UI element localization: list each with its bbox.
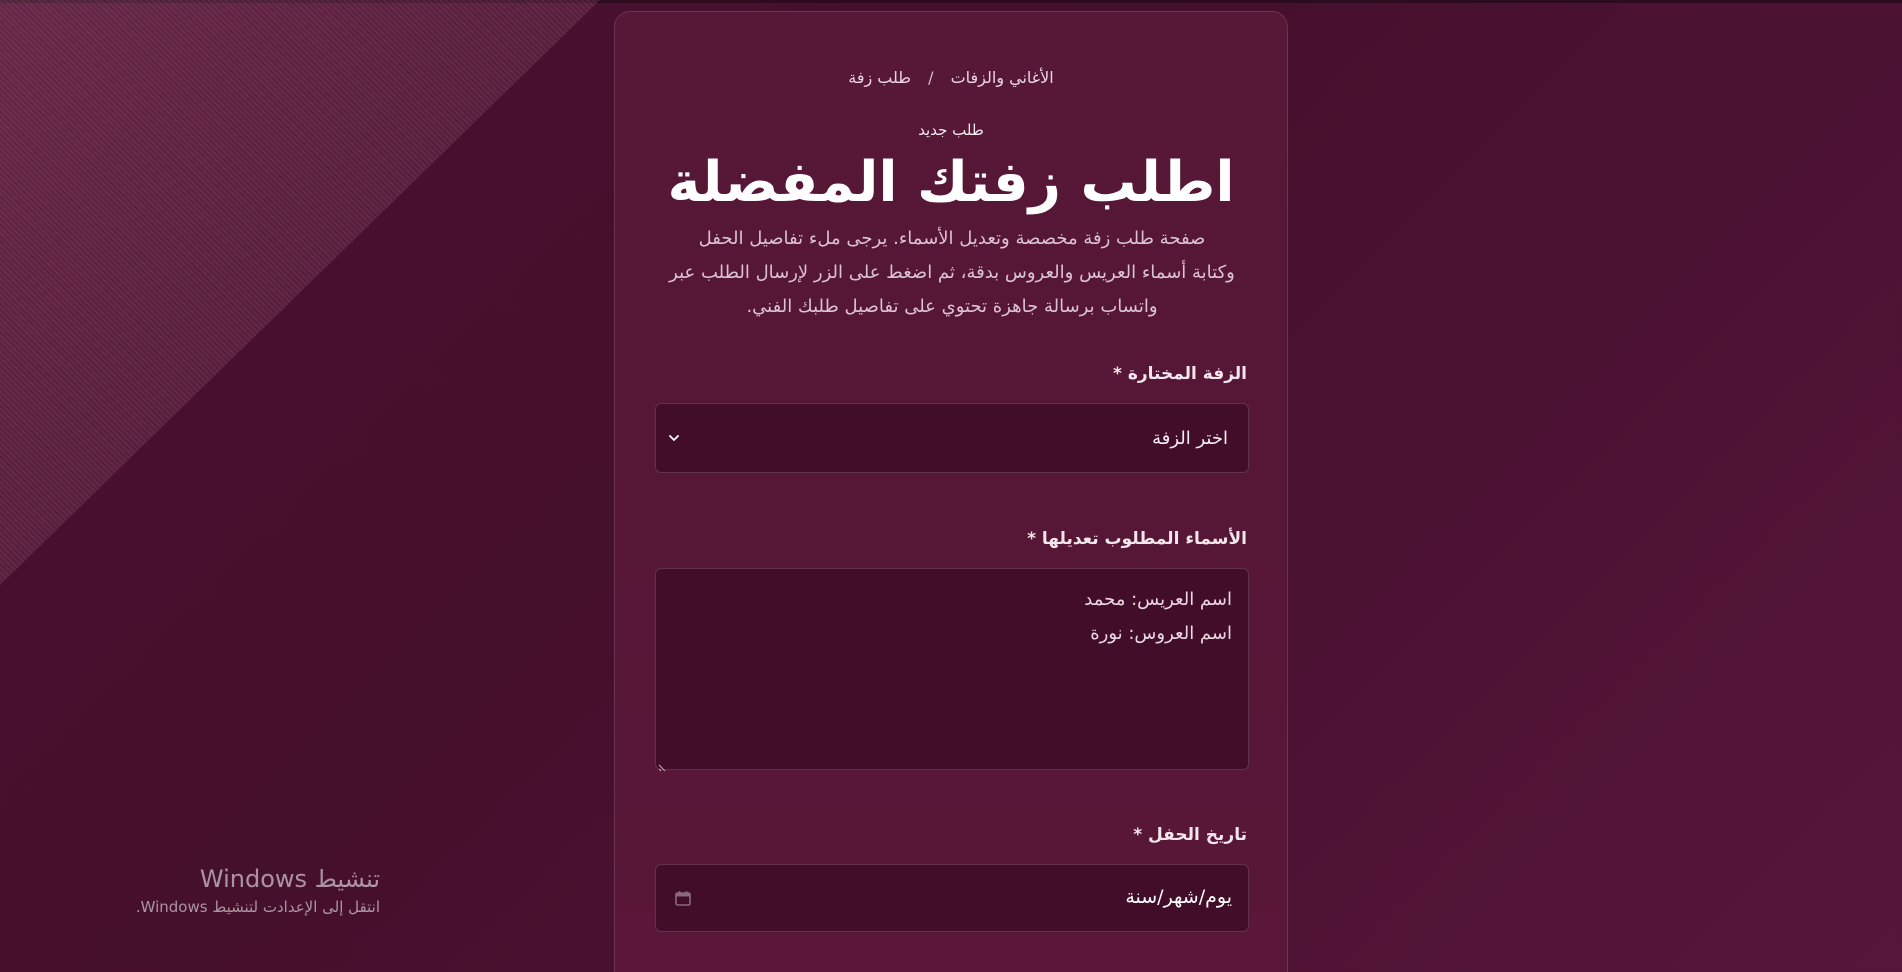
- breadcrumb-separator: /: [928, 68, 934, 87]
- page-description: صفحة طلب زفة مخصصة وتعديل الأسماء. يرجى …: [655, 222, 1249, 324]
- names-line-groom: اسم العريس: محمد: [1084, 589, 1232, 610]
- page-eyebrow: طلب جديد: [918, 121, 984, 139]
- chevron-down-icon: [662, 426, 686, 450]
- watermark-title: تنشيط Windows: [199, 865, 380, 893]
- breadcrumb-parent-link[interactable]: الأغاني والزفات: [951, 68, 1054, 87]
- background-stripes: [0, 0, 600, 585]
- description-line: واتساب برسالة جاهزة تحتوي على تفاصيل طلب…: [746, 296, 1158, 317]
- names-textarea[interactable]: اسم العريس: محمد اسم العروس: نورة: [655, 568, 1249, 772]
- windows-activation-watermark: تنشيط Windows انتقل إلى الإعدادت لتنشيط …: [96, 862, 380, 918]
- breadcrumb-current: طلب زفة: [848, 68, 912, 87]
- date-field-label: تاريخ الحفل *: [1133, 825, 1247, 845]
- breadcrumb: الأغاني والزفات / طلب زفة: [615, 68, 1287, 87]
- zaffa-select[interactable]: اختر الزفة: [655, 403, 1249, 473]
- resize-grip-icon[interactable]: [658, 757, 668, 772]
- date-input-value: يوم/شهر/سنة: [1125, 886, 1232, 908]
- watermark-subtitle: انتقل إلى الإعدادت لتنشيط Windows.: [135, 898, 380, 916]
- names-line-bride: اسم العروس: نورة: [1090, 623, 1232, 644]
- calendar-icon[interactable]: [674, 889, 692, 907]
- date-input[interactable]: يوم/شهر/سنة: [655, 864, 1249, 932]
- description-line: وكتابة أسماء العريس والعروس بدقة، ثم اضغ…: [669, 262, 1235, 283]
- zaffa-select-value: اختر الزفة: [1152, 428, 1228, 449]
- request-form-card: الأغاني والزفات / طلب زفة طلب جديد اطلب …: [614, 11, 1288, 972]
- description-line: صفحة طلب زفة مخصصة وتعديل الأسماء. يرجى …: [698, 228, 1206, 249]
- page-title: اطلب زفتك المفضلة: [667, 150, 1235, 215]
- zaffa-field-label: الزفة المختارة *: [1113, 364, 1247, 384]
- names-field-label: الأسماء المطلوب تعديلها *: [1027, 529, 1247, 549]
